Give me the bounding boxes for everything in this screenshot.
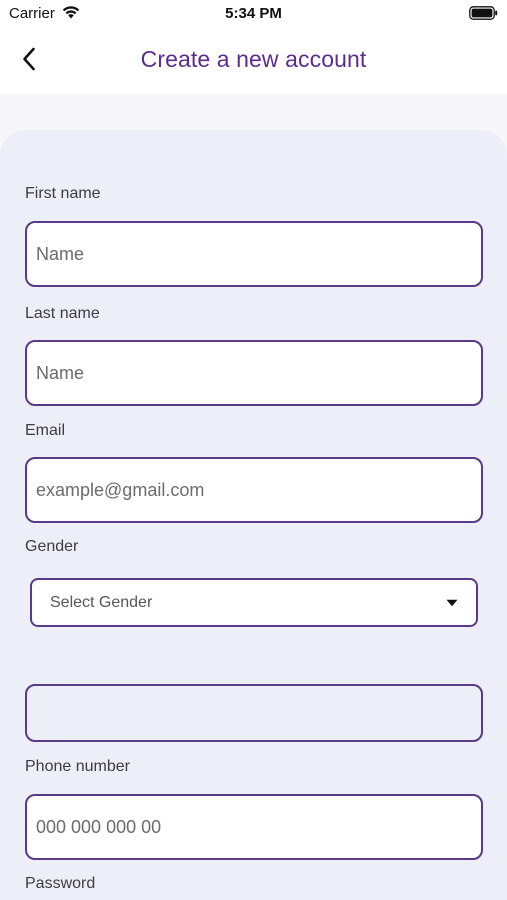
caret-down-icon	[446, 599, 458, 606]
first-name-input[interactable]	[25, 221, 483, 287]
create-account-screen: Carrier 5:34 PM Create a new account Fir…	[0, 0, 507, 900]
phone-label: Phone number	[25, 758, 130, 775]
battery-icon	[469, 6, 498, 20]
password-label: Password	[25, 875, 96, 892]
signup-form: First name Last name Email Gender Select…	[0, 130, 507, 900]
phone-input[interactable]	[25, 794, 483, 860]
status-time: 5:34 PM	[225, 5, 282, 22]
status-bar: Carrier 5:34 PM	[0, 0, 507, 28]
email-label: Email	[25, 422, 66, 439]
gender-select[interactable]: Select Gender	[30, 578, 478, 627]
first-name-label: First name	[25, 185, 101, 202]
gender-select-value: Select Gender	[50, 593, 153, 611]
additional-input-field[interactable]	[25, 684, 483, 742]
gender-label: Gender	[25, 538, 79, 555]
last-name-label: Last name	[25, 305, 100, 322]
navigation-bar: Create a new account	[0, 28, 507, 94]
page-title: Create a new account	[140, 46, 367, 72]
email-input[interactable]	[25, 457, 483, 523]
last-name-input[interactable]	[25, 340, 483, 406]
